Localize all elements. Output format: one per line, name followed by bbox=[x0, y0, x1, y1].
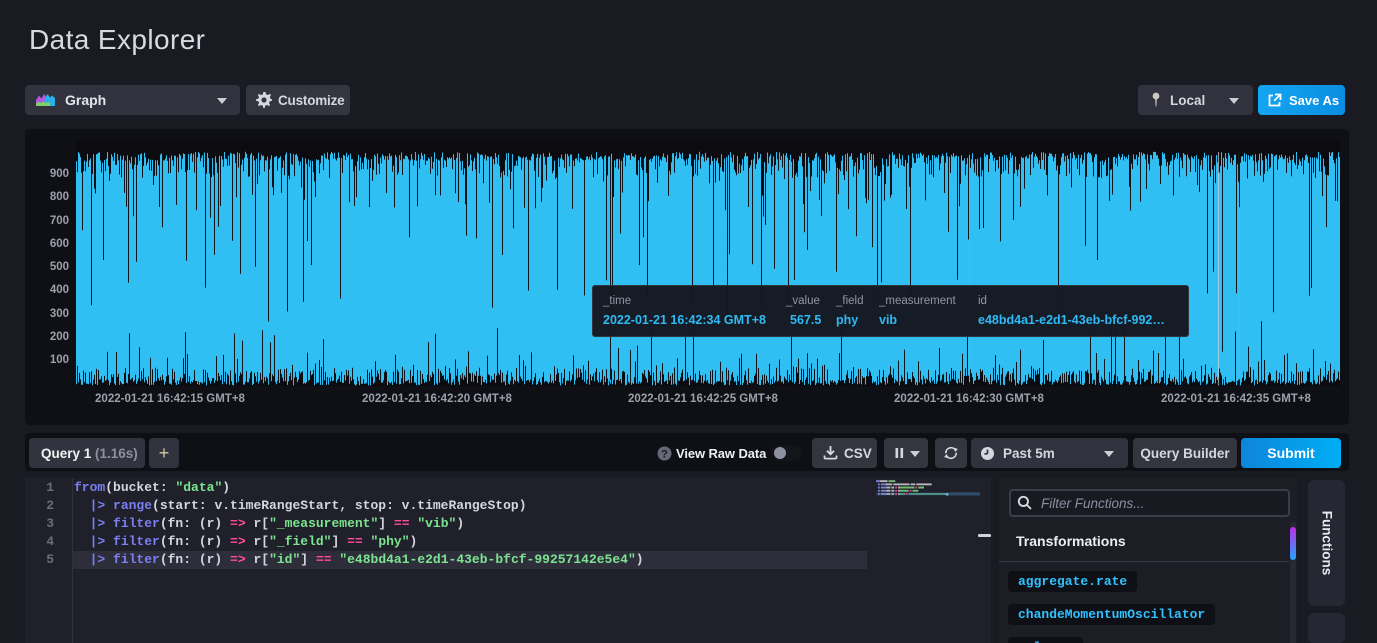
svg-text:?: ? bbox=[661, 449, 668, 461]
